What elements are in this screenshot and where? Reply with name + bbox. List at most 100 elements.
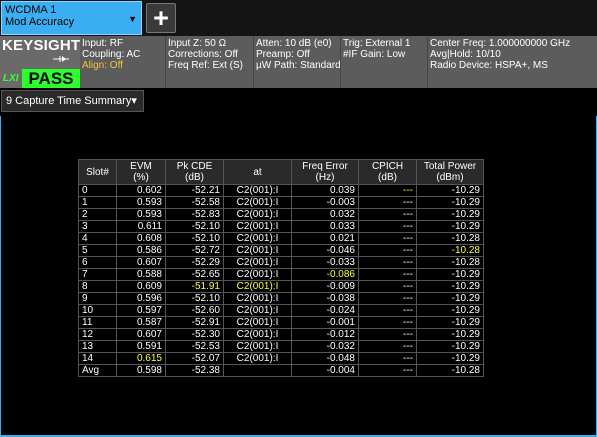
capture-time-summary-table: Slot# EVM (%) Pk CDE (dB) at Freq Error (Hz) CPI…	[78, 159, 484, 377]
column-header-evm[interactable]: EVM (%)	[116, 159, 166, 185]
settings-correction-group[interactable]: Input Z: 50 Ω Corrections: Off Freq Ref:…	[168, 38, 243, 71]
cell-at: C2(001):I	[223, 184, 292, 197]
cell-pk-cde: -52.07	[165, 352, 224, 365]
table-row: 7 0.588 -52.65 C2(001):I -0.086 --- -10.29	[78, 268, 484, 281]
cell-slot: 9	[78, 292, 117, 305]
column-header-line: Pk CDE	[176, 161, 213, 172]
if-gain-setting: #IF Gain: Low	[343, 49, 406, 60]
divider	[427, 36, 428, 88]
cell-evm: 0.615	[116, 352, 166, 365]
cell-at: C2(001):I	[223, 316, 292, 329]
cell-pk-cde: -52.65	[165, 268, 224, 281]
column-header-line: Slot#	[86, 166, 109, 178]
cell-cpich: ---	[358, 256, 417, 269]
lxi-icon: LXI	[3, 73, 19, 84]
chevron-down-icon: ▼	[128, 14, 137, 24]
tab-mode-title: WCDMA 1	[5, 4, 57, 16]
settings-input-group[interactable]: Input: RF Coupling: AC Align: Off	[82, 38, 140, 71]
cell-freq-error: 0.032	[291, 208, 359, 221]
column-header-total-power[interactable]: Total Power (dBm)	[416, 159, 484, 185]
settings-frequency-group[interactable]: Center Freq: 1.000000000 GHz Avg|Hold: 1…	[430, 38, 570, 71]
table-body: 0 0.602 -52.21 C2(001):I 0.039 --- -10.29 1 0.59…	[78, 184, 484, 377]
column-header-freq-error[interactable]: Freq Error (Hz)	[291, 159, 359, 185]
cell-at: C2(001):I	[223, 208, 292, 221]
column-header-line: (Hz)	[315, 172, 335, 183]
table-row: 8 0.609 -51.91 C2(001):I -0.009 --- -10.29	[78, 280, 484, 293]
cell-freq-error: -0.038	[291, 292, 359, 305]
cell-slot: 2	[78, 208, 117, 221]
cell-total-power: -10.29	[416, 316, 484, 329]
cell-total-power: -10.29	[416, 280, 484, 293]
divider	[165, 36, 166, 88]
table-row: 3 0.611 -52.10 C2(001):I 0.033 --- -10.29	[78, 220, 484, 233]
view-select-button[interactable]: 9 Capture Time Summary▾	[1, 90, 144, 112]
cell-evm: 0.607	[116, 328, 166, 341]
table-row: 12 0.607 -52.30 C2(001):I -0.012 --- -10.29	[78, 328, 484, 341]
cell-cpich: ---	[358, 304, 417, 317]
cell-pk-cde: -52.53	[165, 340, 224, 353]
cell-at: C2(001):I	[223, 256, 292, 269]
cell-total-power: -10.29	[416, 220, 484, 233]
cell-at: C2(001):I	[223, 352, 292, 365]
cell-freq-error: -0.003	[291, 196, 359, 209]
cell-pk-cde: -51.91	[165, 280, 224, 293]
cell-at	[223, 364, 292, 377]
cell-evm: 0.602	[116, 184, 166, 197]
cell-evm: 0.587	[116, 316, 166, 329]
cell-freq-error: -0.032	[291, 340, 359, 353]
cell-slot: 0	[78, 184, 117, 197]
tab-mode-selector[interactable]: WCDMA 1 Mod Accuracy ▼	[1, 1, 142, 35]
cell-freq-error: -0.048	[291, 352, 359, 365]
cell-slot: 5	[78, 244, 117, 257]
cell-total-power: -10.29	[416, 268, 484, 281]
view-menu-row: 9 Capture Time Summary▾	[0, 88, 597, 116]
chevron-down-icon: ▾	[131, 95, 137, 107]
cell-freq-error: -0.001	[291, 316, 359, 329]
cell-pk-cde: -52.29	[165, 256, 224, 269]
cell-evm: 0.586	[116, 244, 166, 257]
tab-mode-measurement: Mod Accuracy	[5, 16, 75, 28]
preamp-setting: Preamp: Off	[256, 49, 310, 60]
table-header-row: Slot# EVM (%) Pk CDE (dB) at Freq Error (Hz) CPI…	[78, 159, 484, 185]
column-header-line: CPICH	[371, 161, 404, 172]
cell-total-power: -10.28	[416, 244, 484, 257]
cell-total-power: -10.29	[416, 304, 484, 317]
column-header-line: (dB)	[378, 172, 397, 183]
cell-pk-cde: -52.60	[165, 304, 224, 317]
settings-trigger-group[interactable]: Trig: External 1 #IF Gain: Low	[343, 38, 410, 60]
table-row: 14 0.615 -52.07 C2(001):I -0.048 --- -10.29	[78, 352, 484, 365]
cell-total-power: -10.28	[416, 232, 484, 245]
cell-total-power: -10.28	[416, 256, 484, 269]
table-row: 10 0.597 -52.60 C2(001):I -0.024 --- -10.29	[78, 304, 484, 317]
trigger-setting: Trig: External 1	[343, 38, 411, 49]
cell-pk-cde: -52.10	[165, 220, 224, 233]
input-setting: Input: RF	[82, 38, 124, 49]
keysight-logo: KEYSIGHT	[2, 37, 81, 54]
plus-icon: +	[153, 3, 169, 33]
column-header-at[interactable]: at	[223, 159, 292, 185]
cell-slot: 14	[78, 352, 117, 365]
cell-slot: 11	[78, 316, 117, 329]
cell-at: C2(001):I	[223, 244, 292, 257]
measurement-window[interactable]: Slot# EVM (%) Pk CDE (dB) at Freq Error (Hz) CPI…	[0, 116, 597, 437]
add-tab-button[interactable]: +	[146, 3, 176, 33]
cell-pk-cde: -52.10	[165, 232, 224, 245]
cell-cpich: ---	[358, 244, 417, 257]
settings-atten-group[interactable]: Atten: 10 dB (e0) Preamp: Off µW Path: S…	[256, 38, 341, 71]
table-row: 9 0.596 -52.10 C2(001):I -0.038 --- -10.29	[78, 292, 484, 305]
cell-cpich: ---	[358, 184, 417, 197]
cell-evm: 0.611	[116, 220, 166, 233]
column-header-slot[interactable]: Slot#	[78, 159, 117, 185]
cell-at: C2(001):I	[223, 328, 292, 341]
table-row: 5 0.586 -52.72 C2(001):I -0.046 --- -10.28	[78, 244, 484, 257]
cell-pk-cde: -52.72	[165, 244, 224, 257]
cell-evm: 0.608	[116, 232, 166, 245]
column-header-cpich[interactable]: CPICH (dB)	[358, 159, 417, 185]
cell-evm: 0.591	[116, 340, 166, 353]
table-row: 11 0.587 -52.91 C2(001):I -0.001 --- -10.29	[78, 316, 484, 329]
column-header-pk-cde[interactable]: Pk CDE (dB)	[165, 159, 224, 185]
cell-cpich: ---	[358, 220, 417, 233]
cell-pk-cde: -52.83	[165, 208, 224, 221]
cell-evm: 0.596	[116, 292, 166, 305]
cell-slot: 1	[78, 196, 117, 209]
